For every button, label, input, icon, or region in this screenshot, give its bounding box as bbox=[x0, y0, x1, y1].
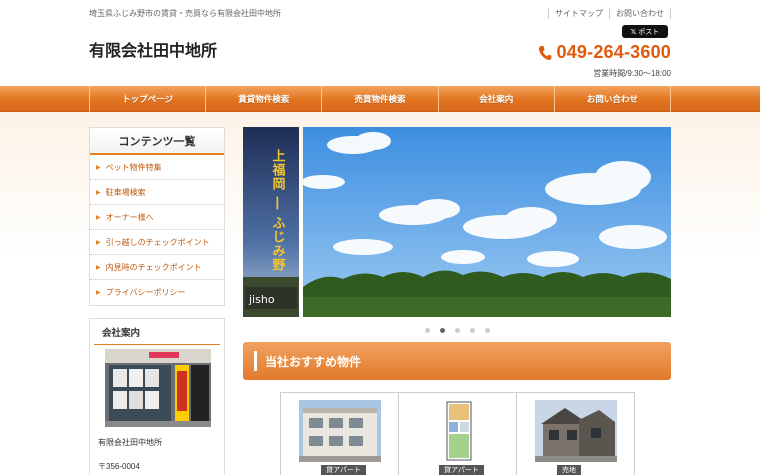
sidebar-item-viewing[interactable]: ▶ 内見時のチェックポイント bbox=[90, 255, 224, 280]
slide-side-subtext: jisho bbox=[248, 293, 275, 306]
property-photo bbox=[299, 400, 381, 462]
nav-contact[interactable]: お問い合わせ bbox=[555, 86, 672, 112]
nav-sale-search[interactable]: 売買物件検索 bbox=[322, 86, 439, 112]
storefront-photo[interactable] bbox=[105, 349, 211, 427]
arrow-icon: ▶ bbox=[96, 264, 101, 271]
nav-rental-search[interactable]: 賃貸物件検索 bbox=[206, 86, 323, 112]
property-card[interactable]: 貸アパート bbox=[281, 393, 399, 475]
company-name: 有限会社田中地所 bbox=[98, 438, 162, 447]
contents-menu-title: コンテンツ一覧 bbox=[90, 128, 224, 155]
slider-dot[interactable] bbox=[485, 328, 490, 333]
arrow-icon: ▶ bbox=[96, 189, 101, 196]
recommend-title: 当社おすすめ物件 bbox=[265, 354, 362, 369]
property-photo bbox=[535, 400, 617, 462]
arrow-icon: ▶ bbox=[96, 290, 101, 296]
global-nav: トップページ 賃貸物件検索 売買物件検索 会社案内 お問い合わせ bbox=[0, 86, 760, 112]
x-post-button[interactable]: 𝕏 ポスト bbox=[622, 25, 668, 38]
sidebar-item-owner[interactable]: ▶ オーナー様へ bbox=[90, 205, 224, 230]
top-links: サイトマップ お問い合わせ bbox=[548, 8, 671, 19]
property-card[interactable]: 貸アパート bbox=[399, 393, 517, 475]
site-tagline: 埼玉県ふじみ野市の賃貸・売買なら有限会社田中地所 bbox=[89, 9, 281, 18]
property-type-label: 売地 bbox=[557, 465, 581, 475]
hero-slider[interactable]: 上福岡 ― ふじみ野 jisho bbox=[243, 127, 671, 317]
nav-top[interactable]: トップページ bbox=[90, 86, 207, 112]
arrow-icon: ▶ bbox=[96, 214, 101, 221]
property-type-label: 貸アパート bbox=[321, 465, 366, 475]
sidebar-item-privacy[interactable]: ▶ プライバシーポリシー bbox=[90, 280, 224, 305]
business-hours: 営業時間/9:30〜18:00 bbox=[593, 69, 671, 78]
slider-dot[interactable] bbox=[470, 328, 475, 333]
sidebar-item-parking[interactable]: ▶ 駐車場検索 bbox=[90, 180, 224, 205]
slide-main-image bbox=[303, 127, 671, 317]
slider-dot[interactable] bbox=[455, 328, 460, 333]
property-floorplan bbox=[417, 400, 499, 462]
property-type-label: 貸アパート bbox=[439, 465, 484, 475]
nav-company[interactable]: 会社案内 bbox=[439, 86, 555, 112]
recommend-list: 貸アパート 貸アパート 売地 bbox=[280, 392, 635, 475]
company-info-box: 会社案内 有限会社田中地所 〒356-0004 bbox=[89, 318, 225, 475]
phone-block[interactable]: 049-264-3600 bbox=[538, 42, 672, 63]
company-logo-title[interactable]: 有限会社田中地所 bbox=[89, 37, 217, 61]
contact-link[interactable]: お問い合わせ bbox=[609, 8, 671, 19]
slider-dot-active[interactable] bbox=[440, 328, 445, 333]
slide-side-text: 上福岡 ― ふじみ野 bbox=[270, 149, 287, 272]
company-zip: 〒356-0004 bbox=[98, 462, 140, 471]
sidebar-item-moving[interactable]: ▶ 引っ越しのチェックポイント bbox=[90, 230, 224, 255]
sitemap-link[interactable]: サイトマップ bbox=[548, 8, 609, 19]
sidebar-item-pet[interactable]: ▶ ペット物件特集 bbox=[90, 155, 224, 180]
post-button-label: ポスト bbox=[638, 28, 660, 36]
arrow-icon: ▶ bbox=[96, 239, 101, 246]
phone-icon bbox=[538, 45, 551, 60]
site-header: 埼玉県ふじみ野市の賃貸・売買なら有限会社田中地所 有限会社田中地所 サイトマップ… bbox=[0, 0, 760, 86]
contents-menu: コンテンツ一覧 ▶ ペット物件特集 ▶ 駐車場検索 ▶ オーナー様へ ▶ 引っ越しのチェ… bbox=[89, 127, 225, 306]
property-card[interactable]: 売地 bbox=[517, 393, 634, 475]
slider-dot[interactable] bbox=[425, 328, 430, 333]
recommend-header: 当社おすすめ物件 bbox=[243, 342, 671, 380]
x-logo-icon: 𝕏 bbox=[630, 28, 637, 36]
slide-side-banner: 上福岡 ― ふじみ野 jisho bbox=[243, 127, 299, 317]
arrow-icon: ▶ bbox=[96, 164, 101, 171]
slider-dots bbox=[425, 328, 490, 333]
phone-number: 049-264-3600 bbox=[556, 42, 671, 62]
company-info-title: 会社案内 bbox=[94, 319, 220, 345]
